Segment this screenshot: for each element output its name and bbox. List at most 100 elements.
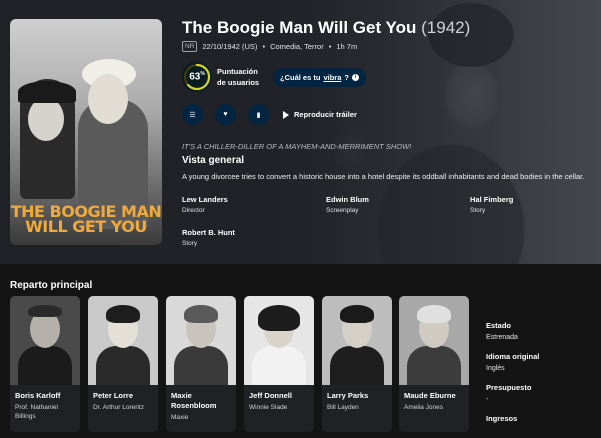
vibe-link[interactable]: vibra [323,73,341,82]
cast-photo[interactable] [166,296,236,385]
movie-side-facts: Estado Estrenada Idioma original Inglés … [486,321,596,434]
cast-card[interactable]: Jeff Donnell Winnie Slade [244,296,314,432]
cast-card[interactable]: Maxie Rosenbloom Maxie [166,296,236,432]
play-trailer-button[interactable]: Reproducir tráiler [283,110,357,119]
cast-name[interactable]: Boris Karloff [10,385,80,401]
heart-icon: ♥ [223,111,228,118]
score-number: 63 [189,71,201,83]
watchlist-button[interactable]: ▮ [248,104,269,125]
poster-hat [18,81,76,103]
vibe-suffix: ? [344,72,349,82]
cast-name[interactable]: Peter Lorre [88,385,158,401]
play-trailer-label: Reproducir tráiler [294,110,357,119]
movie-title[interactable]: The Boogie Man Will Get You [182,18,416,37]
fact-value: - [486,396,489,403]
action-bar: ☰ ♥ ▮ Reproducir tráiler [182,104,357,125]
score-percent: % [200,71,205,78]
crew-member: Robert B. Hunt Story [182,228,235,247]
crew-name[interactable]: Lew Landers [182,195,228,204]
fact-label: Ingresos [486,414,518,423]
score-row: 63% Puntuación de usuarios ¿Cuál es tu v… [182,62,366,92]
cast-name[interactable]: Jeff Donnell [244,385,314,401]
crew-name[interactable]: Robert B. Hunt [182,228,235,237]
cast-photo-hair [28,305,62,317]
separator-dot: • [262,42,266,51]
cast-photo-hair [417,305,451,323]
fact-original-language: Idioma original Inglés [486,352,596,372]
crew-name[interactable]: Hal Fimberg [470,195,513,204]
cast-photo-body [96,346,150,385]
cast-character: Maxie [171,414,189,421]
fact-label: Estado [486,321,512,330]
cast-photo[interactable] [322,296,392,385]
cast-photo[interactable] [399,296,469,385]
cast-photo-body [330,346,384,385]
info-icon[interactable]: i [351,73,359,81]
movie-year: (1942) [421,18,471,37]
play-icon [283,110,289,119]
movie-facts: NR 22/10/1942 (US) • Comedia, Terror • 1… [182,41,592,52]
overview-heading: Vista general [182,155,245,166]
crew-member: Edwin Blum Screenplay [326,195,369,214]
cast-character: Dr. Arthur Lorentz [93,404,144,411]
vibe-prefix: ¿Cuál es tu [280,72,321,82]
vibe-button[interactable]: ¿Cuál es tu vibra? i [273,67,366,87]
cast-photo-body [174,346,228,385]
list-icon: ☰ [189,111,196,119]
crew-name[interactable]: Edwin Blum [326,195,369,204]
crew-job: Screenplay [326,207,359,214]
overview-text: A young divorcee tries to convert a hist… [182,172,585,181]
fact-revenue: Ingresos [486,414,596,423]
cast-name[interactable]: Maude Eburne [399,385,469,401]
crew-member: Hal Fimberg Story [470,195,513,214]
cast-character: Winnie Slade [249,404,288,411]
cast-card[interactable]: Peter Lorre Dr. Arthur Lorentz [88,296,158,432]
movie-info: The Boogie Man Will Get You (1942) NR 22… [182,18,592,52]
crew-job: Story [470,207,486,214]
crew-job: Story [182,240,198,247]
poster-title: THE BOOGIE MAN WILL GET YOU [10,202,162,236]
cast-photo-body [252,346,306,385]
cast-character: Bill Layden [327,404,359,411]
certification-badge: NR [182,41,198,52]
cast-name[interactable]: Maxie Rosenbloom [166,385,236,411]
cast-card[interactable]: Maude Eburne Amelia Jones [399,296,469,432]
cast-character: Prof. Nathaniel Billings [15,404,58,420]
cast-photo-hair [184,305,218,323]
cast-character: Amelia Jones [404,404,444,411]
cast-photo[interactable] [10,296,80,385]
add-to-list-button[interactable]: ☰ [182,104,203,125]
genres[interactable]: Comedia, Terror [270,42,324,51]
runtime: 1h 7m [336,42,358,51]
cast-photo[interactable] [88,296,158,385]
tagline: IT'S A CHILLER-DILLER OF A MAYHEM-AND-ME… [182,142,412,151]
poster-face-left [28,97,64,141]
release-date: 22/10/1942 (US) [202,42,258,51]
movie-poster[interactable]: THE BOOGIE MAN WILL GET YOU [10,19,162,245]
user-score-chart[interactable]: 63% [182,62,212,92]
score-label: Puntuación de usuarios [217,67,260,87]
cast-card[interactable]: Larry Parks Bill Layden [322,296,392,432]
movie-header: THE BOOGIE MAN WILL GET YOU The Boogie M… [0,0,601,264]
cast-photo-hair [106,305,140,323]
crew-member: Lew Landers Director [182,195,228,214]
fact-budget: Presupuesto - [486,383,596,403]
cast-name[interactable]: Larry Parks [322,385,392,401]
separator-dot: • [328,42,332,51]
cast-photo[interactable] [244,296,314,385]
fact-value: Estrenada [486,334,518,341]
poster-face-right [88,74,128,124]
fact-label: Idioma original [486,352,540,361]
bookmark-icon: ▮ [256,111,261,119]
page-title: The Boogie Man Will Get You (1942) [182,18,592,38]
cast-photo-hair [340,305,374,323]
fact-label: Presupuesto [486,383,532,392]
cast-photo-body [407,346,461,385]
cast-card[interactable]: Boris Karloff Prof. Nathaniel Billings [10,296,80,432]
cast-photo-body [18,346,72,385]
fact-status: Estado Estrenada [486,321,596,341]
cast-photo-hair [258,305,300,331]
favorite-button[interactable]: ♥ [215,104,236,125]
fact-value: Inglés [486,365,505,372]
cast-heading: Reparto principal [10,280,93,291]
